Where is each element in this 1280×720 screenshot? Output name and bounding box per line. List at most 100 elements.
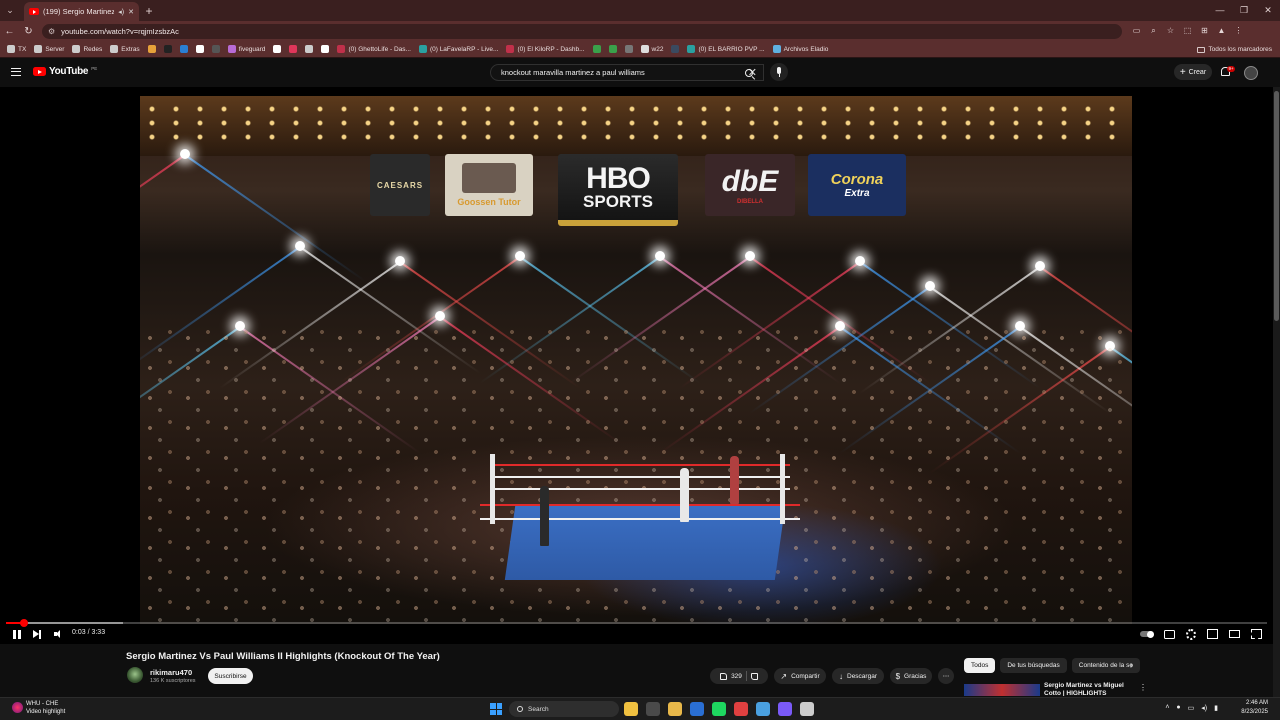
share-button[interactable]: ↗ Compartir — [774, 668, 826, 684]
clock-time[interactable]: 2:46 AM — [1246, 700, 1268, 706]
speaker-icon[interactable]: ◂) — [1201, 704, 1207, 712]
tab-search-icon[interactable]: ⌄ — [0, 1, 20, 21]
reload-icon[interactable]: ↻ — [19, 26, 38, 37]
like-thumb-icon[interactable] — [720, 672, 728, 680]
windows-start-icon[interactable] — [490, 703, 502, 715]
site-info-icon[interactable]: ⚙ — [48, 27, 55, 36]
extensions-icon[interactable]: ⬚ — [1179, 26, 1196, 36]
taskbar-app-icon[interactable] — [712, 702, 726, 716]
settings-gear-icon[interactable] — [1186, 628, 1196, 640]
subtitles-icon[interactable] — [1164, 628, 1175, 640]
miniplayer-icon[interactable] — [1207, 628, 1218, 640]
bookmark-item[interactable]: Extras — [107, 42, 142, 57]
bookmark-item[interactable] — [177, 42, 191, 57]
tray-overflow-icon[interactable]: ˄ — [1165, 704, 1169, 712]
minimize-icon[interactable]: — — [1208, 0, 1232, 21]
pause-icon[interactable] — [12, 628, 22, 640]
bookmark-item[interactable] — [161, 42, 175, 57]
profile-icon[interactable]: ▲ — [1213, 26, 1230, 36]
recommendation-menu-icon[interactable]: ⋮ — [1139, 683, 1147, 692]
maximize-icon[interactable]: ❐ — [1232, 0, 1256, 21]
bookmark-item[interactable]: (0) El KiloRP - Dashb... — [503, 42, 587, 57]
taskbar-app-icon[interactable] — [668, 702, 682, 716]
tab-groups-icon[interactable]: ⊞ — [1196, 26, 1213, 36]
voice-search-icon[interactable] — [770, 63, 788, 81]
bookmark-star-icon[interactable]: ☆ — [1162, 26, 1179, 36]
account-avatar[interactable] — [1244, 66, 1258, 80]
network-icon[interactable]: ▭ — [1188, 704, 1195, 712]
bookmark-item[interactable]: Archivos Eladio — [770, 42, 832, 57]
bookmark-item[interactable]: TX — [4, 42, 29, 57]
recommendation-thumbnail[interactable] — [964, 684, 1040, 696]
bookmark-item[interactable]: w22 — [638, 42, 667, 57]
all-bookmarks-button[interactable]: Todos los marcadores — [1197, 41, 1272, 58]
clock-date[interactable]: 8/23/2025 — [1241, 709, 1268, 715]
tab-close-icon[interactable]: ✕ — [128, 8, 134, 16]
menu-icon[interactable] — [11, 68, 21, 76]
search-icon[interactable] — [745, 69, 753, 77]
bookmark-item[interactable] — [318, 42, 332, 57]
battery-icon[interactable]: ▮ — [1214, 704, 1218, 712]
url-text[interactable]: youtube.com/watch?v=rqjmIzsbzAc — [61, 27, 179, 36]
bookmark-item[interactable]: Server — [31, 42, 67, 57]
like-count[interactable]: 329 — [731, 673, 742, 680]
search-query[interactable]: knockout maravilla martinez a paul willi… — [501, 68, 645, 77]
cast-icon[interactable]: ▭ — [1128, 26, 1145, 36]
window-close-icon[interactable]: ✕ — [1256, 0, 1280, 21]
subscribe-button[interactable]: Suscribirse — [208, 668, 253, 684]
bookmark-item[interactable]: Redes — [69, 42, 105, 57]
bookmark-item[interactable]: (0) LaFavelaRP - Live... — [416, 42, 502, 57]
progress-bar[interactable] — [6, 619, 1267, 627]
widget-icon[interactable] — [12, 702, 23, 713]
zoom-icon[interactable]: ⌕ — [1145, 26, 1162, 36]
next-icon[interactable] — [32, 628, 42, 640]
recommendation-title[interactable]: Sergio Martinez vs Miguel Cotto | HIGHLI… — [1044, 682, 1136, 696]
bookmark-item[interactable] — [286, 42, 300, 57]
search-input[interactable]: knockout maravilla martinez a paul willi… — [490, 64, 764, 81]
channel-avatar[interactable] — [127, 667, 143, 683]
taskbar-app-icon[interactable] — [778, 702, 792, 716]
microphone-icon[interactable]: ● — [1176, 704, 1180, 712]
bookmark-item[interactable] — [209, 42, 223, 57]
browser-tab-active[interactable]: (199) Sergio Martinez Vs Pa ◂) ✕ — [24, 2, 139, 21]
bookmark-item[interactable] — [302, 42, 316, 57]
thanks-button[interactable]: $ Gracias — [890, 668, 932, 684]
more-actions-button[interactable]: ⋯ — [938, 668, 954, 684]
bookmark-item[interactable]: (0) GhettoLife - Das... — [334, 42, 414, 57]
download-button[interactable]: ↓ Descargar — [832, 668, 884, 684]
dislike-thumb-icon[interactable] — [750, 672, 758, 680]
theater-mode-icon[interactable] — [1229, 628, 1240, 640]
volume-icon[interactable] — [52, 628, 62, 640]
bookmark-item[interactable] — [590, 42, 604, 57]
bookmark-item[interactable] — [622, 42, 636, 57]
taskbar-app-icon[interactable] — [756, 702, 770, 716]
browser-menu-icon[interactable]: ⋮ — [1230, 26, 1247, 36]
widget-subtitle[interactable]: Video highlight — [26, 709, 65, 715]
autoplay-toggle[interactable] — [1140, 628, 1154, 640]
widget-title[interactable]: WHU - CHE — [26, 701, 58, 707]
taskbar-search[interactable]: Search — [509, 701, 619, 717]
filter-chip[interactable]: Todos — [964, 658, 996, 673]
scrollbar-thumb[interactable] — [1274, 91, 1279, 321]
back-icon[interactable]: ← — [0, 26, 19, 37]
filter-chip[interactable]: De tus búsquedas — [1000, 658, 1067, 673]
page-scrollbar[interactable] — [1273, 87, 1280, 697]
new-tab-button[interactable]: + — [139, 4, 159, 18]
youtube-logo[interactable]: YouTube PE — [33, 66, 97, 77]
channel-name[interactable]: rikimaru470 — [150, 668, 192, 677]
video-frame[interactable]: CAESARS Goossen Tutor HBO SPORTS dbE DIB… — [140, 96, 1132, 624]
taskbar-app-icon[interactable] — [800, 702, 814, 716]
address-bar[interactable]: ⚙ youtube.com/watch?v=rqjmIzsbzAc — [42, 23, 1122, 39]
bookmark-item[interactable] — [668, 42, 682, 57]
taskbar-app-icon[interactable] — [690, 702, 704, 716]
bookmark-item[interactable] — [606, 42, 620, 57]
tab-audio-icon[interactable]: ◂) — [118, 8, 124, 16]
bookmark-item[interactable] — [270, 42, 284, 57]
create-button[interactable]: + Crear — [1174, 64, 1212, 80]
video-player[interactable]: CAESARS Goossen Tutor HBO SPORTS dbE DIB… — [0, 87, 1273, 644]
bookmark-item[interactable]: fiveguard — [225, 42, 269, 57]
taskbar-app-icon[interactable] — [646, 702, 660, 716]
taskbar-app-icon[interactable] — [624, 702, 638, 716]
bookmark-item[interactable] — [193, 42, 207, 57]
bookmark-item[interactable] — [145, 42, 159, 57]
